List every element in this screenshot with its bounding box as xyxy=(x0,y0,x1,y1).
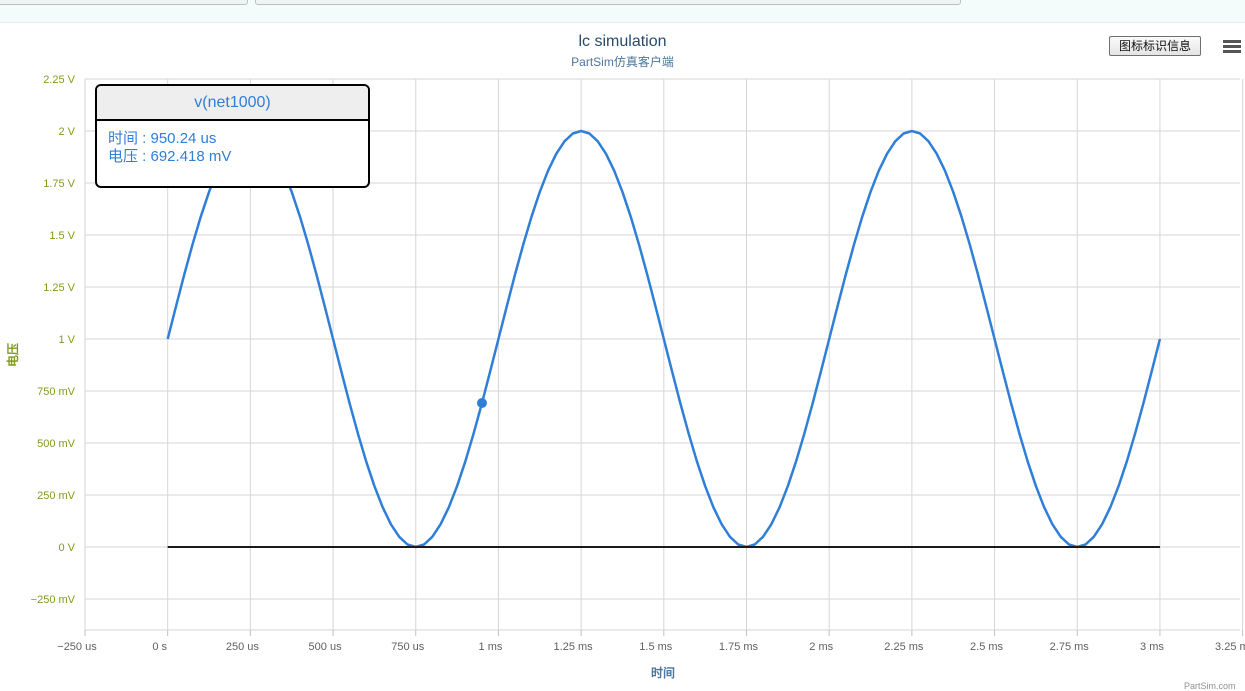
data-tooltip: v(net1000) 时间 : 950.24 us 电压 : 692.418 m… xyxy=(95,84,370,188)
x-tick-label: 1.5 ms xyxy=(639,641,673,653)
x-tick-label: 2.75 ms xyxy=(1050,641,1090,653)
legend-info-button[interactable]: 图标标识信息 xyxy=(1109,36,1201,56)
x-tick-label: 2.25 ms xyxy=(884,641,924,653)
x-tick-label: 1 ms xyxy=(479,641,503,653)
hamburger-menu-icon[interactable] xyxy=(1220,36,1244,56)
y-tick-label: 1.5 V xyxy=(49,230,75,242)
highlighted-data-point[interactable] xyxy=(476,397,487,408)
y-tick-label: 1 V xyxy=(58,334,75,346)
x-tick-label: 0 s xyxy=(152,641,167,653)
x-axis-tick-labels: −250 us 0 s 250 us 500 us 750 us 1 ms 1.25 ms 1… xyxy=(57,641,1245,653)
y-tick-label: 250 mV xyxy=(37,490,76,502)
x-tick-label: −250 us xyxy=(57,641,97,653)
x-tick-label: 3 ms xyxy=(1140,641,1164,653)
credit-link[interactable]: PartSim.com xyxy=(1184,681,1236,691)
y-tick-label: 2 V xyxy=(58,126,75,138)
x-tick-label: 500 us xyxy=(309,641,343,653)
y-tick-label: 0 V xyxy=(58,542,75,554)
x-tick-label: 250 us xyxy=(226,641,260,653)
tooltip-voltage: 电压 : 692.418 mV xyxy=(108,148,232,165)
y-tick-label: 1.75 V xyxy=(43,178,75,190)
y-tick-label: 500 mV xyxy=(37,438,76,450)
x-axis-title: 时间 xyxy=(651,665,675,680)
y-axis-title: 电压 xyxy=(5,343,20,367)
y-tick-label: 1.25 V xyxy=(43,282,75,294)
chart-subtitle: PartSim仿真客户端 xyxy=(571,55,674,69)
x-tick-label: 750 us xyxy=(391,641,425,653)
y-tick-label: 2.25 V xyxy=(43,74,75,86)
x-tick-label: 2 ms xyxy=(809,641,833,653)
x-tick-label: 1.25 ms xyxy=(554,641,594,653)
chart-title: lc simulation xyxy=(578,33,667,50)
x-tick-label: 1.75 ms xyxy=(719,641,759,653)
x-tick-label: 3.25 ms xyxy=(1215,641,1245,653)
tooltip-series-name: v(net1000) xyxy=(97,86,368,121)
y-axis-tick-labels: −250 mV 0 V 250 mV 500 mV 750 mV 1 V 1.25 V 1.5… xyxy=(31,74,76,606)
tooltip-time: 时间 : 950.24 us xyxy=(108,130,217,147)
y-tick-label: 750 mV xyxy=(37,386,76,398)
x-tick-label: 2.5 ms xyxy=(970,641,1004,653)
y-tick-label: −250 mV xyxy=(31,594,76,606)
